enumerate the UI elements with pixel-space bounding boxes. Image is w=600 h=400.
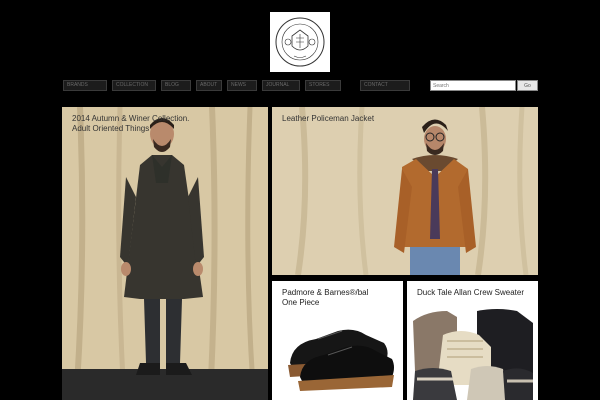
brand-logo[interactable] bbox=[270, 12, 330, 72]
collection-photo bbox=[62, 107, 268, 400]
nav-item-news[interactable]: News bbox=[227, 80, 257, 91]
nav-item-about[interactable]: About bbox=[196, 80, 222, 91]
sweater-caption: Duck Tale Allan Crew Sweater bbox=[417, 288, 525, 297]
shoes-caption: Padmore & Barnes®/bal One Piece bbox=[282, 288, 369, 307]
feature-tile-jacket[interactable]: Leather Policeman Jacket bbox=[272, 107, 538, 275]
collection-caption: 2014 Autumn & Winer Collection. Adult Or… bbox=[72, 114, 190, 133]
nav-item-stores[interactable]: Stores bbox=[305, 80, 341, 91]
jacket-photo bbox=[272, 107, 538, 275]
sweaters-photo bbox=[407, 281, 538, 400]
crest-seal-icon bbox=[275, 17, 325, 67]
main-nav: Brands Collection Blog About News Journa… bbox=[63, 80, 410, 91]
feature-tile-shoes[interactable]: Padmore & Barnes®/bal One Piece bbox=[272, 281, 403, 400]
search-button[interactable]: Go bbox=[517, 80, 538, 91]
feature-tile-collection[interactable]: 2014 Autumn & Winer Collection. Adult Or… bbox=[62, 107, 268, 400]
nav-item-contact[interactable]: Contact bbox=[360, 80, 410, 91]
nav-item-journal[interactable]: Journal bbox=[262, 80, 300, 91]
feature-tile-sweater[interactable]: Duck Tale Allan Crew Sweater bbox=[407, 281, 538, 400]
nav-item-collection[interactable]: Collection bbox=[112, 80, 156, 91]
nav-item-brands[interactable]: Brands bbox=[63, 80, 107, 91]
search-input[interactable] bbox=[430, 80, 516, 91]
jacket-caption: Leather Policeman Jacket bbox=[282, 114, 375, 123]
search-form: Go bbox=[430, 80, 538, 91]
nav-item-blog[interactable]: Blog bbox=[161, 80, 191, 91]
